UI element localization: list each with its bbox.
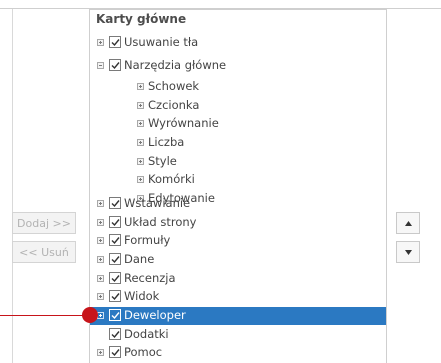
expand-icon[interactable] [137,102,144,109]
tree-item[interactable]: Schowek [90,78,386,96]
checkmark-icon [111,349,120,357]
ribbon-tabs-tree[interactable]: Karty główne Usuwanie tła Narzędzia główn… [89,9,387,363]
remove-button[interactable]: << Usuń [12,241,76,263]
tree-item-label: Recenzja [124,271,176,285]
expand-icon[interactable] [97,237,104,244]
expand-icon[interactable] [137,176,144,183]
expand-icon[interactable] [97,312,104,319]
tree-item[interactable]: Dane [90,251,386,269]
checkmark-icon [111,275,120,283]
expand-icon[interactable] [97,349,104,356]
move-up-button[interactable] [396,212,420,234]
triangle-down-icon [405,250,412,255]
tree-item-label: Schowek [148,79,200,93]
tree-item-label: Narzędzia główne [124,58,227,72]
tree-item-label: Dodatki [124,327,169,341]
tree-item-label: Liczba [148,135,185,149]
tree-item-label: Wstawianie [124,196,191,210]
checkbox[interactable] [109,197,121,209]
expand-icon[interactable] [97,293,104,300]
tree-item-label: Deweloper [124,308,186,322]
tree-item[interactable]: Formuły [90,232,386,250]
checkmark-icon [111,62,120,70]
tree-item[interactable]: Narzędzia główne [90,57,386,75]
tree-item[interactable]: Dodatki [90,326,386,344]
checkmark-icon [111,256,120,264]
checkmark-icon [111,237,120,245]
expand-icon[interactable] [97,200,104,207]
tree-item-label: Wyrównanie [148,116,219,130]
tree-item[interactable]: Układ strony [90,214,386,232]
tree-item[interactable]: Recenzja [90,270,386,288]
tree-item-label: Komórki [148,172,195,186]
checkmark-icon [111,331,120,339]
triangle-up-icon [405,221,412,226]
checkbox[interactable] [109,272,121,284]
tree-item-label: Czcionka [148,98,200,112]
move-down-button[interactable] [396,241,420,263]
callout-line [0,315,85,316]
checkmark-icon [111,219,120,227]
checkmark-icon [111,39,120,47]
checkbox[interactable] [109,253,121,265]
checkmark-icon [111,200,120,208]
tree-item[interactable]: Wyrównanie [90,115,386,133]
checkbox[interactable] [109,216,121,228]
tree-item[interactable]: Style [90,153,386,171]
tree-item[interactable]: Widok [90,288,386,306]
tree-item[interactable]: Pomoc [90,344,386,362]
expand-icon[interactable] [137,120,144,127]
callout-marker [82,307,98,323]
expand-icon[interactable] [97,39,104,46]
checkbox[interactable] [109,59,121,71]
tree-item[interactable]: Wstawianie [90,195,386,213]
tree-item-label: Formuły [124,233,171,247]
checkbox[interactable] [109,346,121,358]
tree-item-label: Style [148,154,177,168]
expand-icon[interactable] [97,275,104,282]
tree-item[interactable]: Deweloper [90,307,386,325]
add-button[interactable]: Dodaj >> [12,212,76,234]
collapse-icon[interactable] [97,62,104,69]
expand-icon[interactable] [137,83,144,90]
tree-item[interactable]: Czcionka [90,97,386,115]
checkbox[interactable] [109,36,121,48]
checkmark-icon [111,293,120,301]
tree-item-label: Usuwanie tła [124,35,199,49]
tree-item[interactable]: Liczba [90,134,386,152]
expand-icon[interactable] [97,256,104,263]
tree-item-label: Dane [124,252,155,266]
expand-icon[interactable] [97,219,104,226]
tree-header: Karty główne [96,12,187,26]
dialog-top-border [0,0,441,9]
checkbox[interactable] [109,328,121,340]
tree-item-label: Widok [124,289,160,303]
expand-icon[interactable] [137,139,144,146]
tree-item-label: Układ strony [124,215,197,229]
tree-item[interactable]: Usuwanie tła [90,34,386,52]
tree-item-label: Pomoc [124,345,163,359]
tree-item[interactable]: Komórki [90,171,386,189]
checkbox[interactable] [109,234,121,246]
checkbox[interactable] [109,290,121,302]
checkbox[interactable] [109,309,121,321]
expand-icon[interactable] [137,158,144,165]
checkmark-icon [111,312,120,320]
left-divider [12,9,13,363]
